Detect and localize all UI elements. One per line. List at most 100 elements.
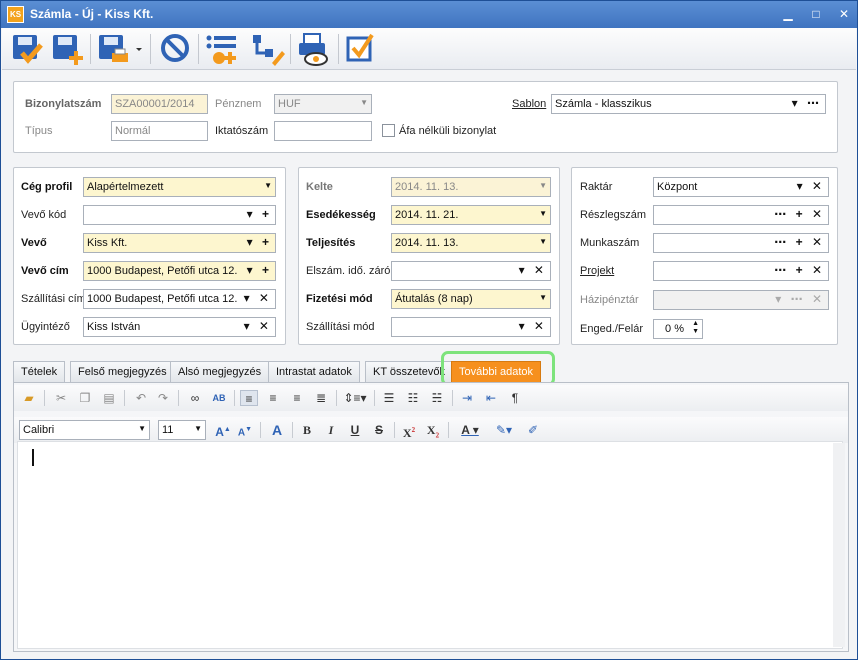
iktatoszam-input[interactable]: [274, 121, 372, 141]
hazipenztar-select: ▾ ⋯ ✕: [653, 290, 829, 310]
save-check-icon[interactable]: [10, 31, 46, 67]
afa-nelkuli-label: Áfa nélküli bizonylat: [399, 125, 497, 137]
szallitasi-mod-select[interactable]: ▾ ✕: [391, 317, 551, 337]
elszam-label: Elszám. idő. záró: [306, 265, 391, 277]
main-toolbar: [2, 28, 856, 70]
elszam-date[interactable]: ▾ ✕: [391, 261, 551, 281]
superscript-icon[interactable]: X2: [400, 422, 418, 440]
kelte-label: Kelte: [306, 181, 333, 193]
raktar-select[interactable]: Központ ▾ ✕: [653, 177, 829, 197]
tab-also-megjegyzes[interactable]: Alsó megjegyzés: [170, 361, 270, 382]
paragraph-icon[interactable]: ¶: [506, 390, 524, 406]
teljesites-date[interactable]: 2014. 11. 13. ▼: [391, 233, 551, 253]
vevo-cim-label: Vevő cím: [21, 265, 69, 277]
italic-icon[interactable]: I: [322, 422, 340, 438]
highlight-icon[interactable]: ✎▾: [490, 422, 518, 438]
penznem-label: Pénznem: [215, 98, 262, 110]
projekt-select[interactable]: ⋯ + ✕: [653, 261, 829, 281]
toolbar-divider: [90, 34, 91, 64]
munkaszam-select[interactable]: ⋯ + ✕: [653, 233, 829, 253]
enged-label: Enged./Felár: [580, 323, 643, 335]
indent-icon[interactable]: ⇥: [458, 390, 476, 406]
copy-icon[interactable]: ❐: [76, 390, 94, 406]
vevo-cim-select[interactable]: 1000 Budapest, Petőfi utca 12. ▾ +: [83, 261, 276, 281]
kelte-date: 2014. 11. 13. ▼: [391, 177, 551, 197]
vevo-label: Vevő: [21, 237, 47, 249]
save-print-icon[interactable]: [96, 31, 142, 67]
replace-icon[interactable]: AB: [210, 390, 228, 406]
font-size-select[interactable]: 11 ▼: [158, 420, 206, 440]
invoice-window: KS Számla - Új - Kiss Kft. ▁ □ ✕ Bizonyl…: [0, 0, 858, 660]
rich-text-editor: ▰ ✂ ❐ ▤ ↶ ↷ ∞ AB ≡ ≡ ≡ ≣ ⇕≡▾ ☰ ☷ ☵ ⇥ ⇤ ¶: [13, 382, 849, 652]
fizetesi-mod-select[interactable]: Átutalás (8 nap) ▼: [391, 289, 551, 309]
bold-icon[interactable]: B: [298, 422, 316, 438]
penznem-select: HUF ▼: [274, 94, 372, 114]
close-button[interactable]: ✕: [835, 6, 853, 22]
header-panel: Bizonylatszám SZA00001/2014 Pénznem HUF ▼…: [13, 81, 838, 153]
text-color-icon[interactable]: A ▾: [456, 422, 484, 438]
print-preview-icon[interactable]: [296, 31, 332, 67]
bizonylatszam-label: Bizonylatszám: [25, 98, 102, 110]
redo-icon[interactable]: ↷: [154, 390, 172, 406]
underline-icon[interactable]: U: [346, 422, 364, 438]
align-center-icon[interactable]: ≡: [264, 390, 282, 406]
sablon-label: Sablon: [512, 98, 547, 110]
subscript-icon[interactable]: X2: [424, 422, 442, 439]
line-spacing-icon[interactable]: ⇕≡▾: [342, 390, 368, 406]
grow-font-icon[interactable]: A▲: [214, 422, 232, 439]
title-bar: KS Számla - Új - Kiss Kft. ▁ □ ✕: [1, 1, 857, 28]
cut-icon[interactable]: ✂: [52, 390, 70, 406]
dates-panel: Kelte 2014. 11. 13. ▼ Esedékesség 2014. 1…: [298, 167, 560, 345]
maximize-button[interactable]: □: [807, 6, 825, 22]
ceg-profil-select[interactable]: Alapértelmezett ▼: [83, 177, 276, 197]
tab-felso-megjegyzes[interactable]: Felső megjegyzés: [70, 361, 175, 382]
save-new-icon[interactable]: [50, 31, 86, 67]
cancel-icon[interactable]: [158, 31, 194, 67]
clear-format-icon[interactable]: ✐: [524, 422, 542, 438]
ugyintezo-select[interactable]: Kiss István ▾ ✕: [83, 317, 276, 337]
checkbox-icon[interactable]: [344, 31, 380, 67]
font-family-select[interactable]: Calibri ▼: [19, 420, 150, 440]
open-folder-icon[interactable]: ▰: [20, 390, 38, 406]
sablon-select[interactable]: Számla - klasszikus ▾ ⋯: [551, 94, 826, 114]
tab-tetelek[interactable]: Tételek: [13, 361, 66, 382]
vevo-kod-select[interactable]: ▾ +: [83, 205, 276, 225]
bizonylatszam-field: SZA00001/2014: [111, 94, 208, 114]
szallitasi-cim-select[interactable]: 1000 Budapest, Petőfi utca 12. ▾ ✕: [83, 289, 276, 309]
customer-panel: Cég profil Alapértelmezett ▼ Vevő kód ▾ +…: [13, 167, 286, 345]
font-color-a-icon[interactable]: A: [268, 422, 286, 438]
fizetesi-mod-label: Fizetési mód: [306, 293, 373, 305]
editor-text-area[interactable]: [17, 441, 843, 649]
reszlegszam-label: Részlegszám: [580, 209, 647, 221]
strikethrough-icon[interactable]: S: [370, 422, 388, 438]
justify-icon[interactable]: ≣: [312, 390, 330, 406]
afa-nelkuli-checkbox[interactable]: [382, 124, 395, 137]
align-left-icon[interactable]: ≡: [240, 390, 258, 406]
multilevel-list-icon[interactable]: ☵: [428, 390, 446, 406]
munkaszam-label: Munkaszám: [580, 237, 640, 249]
tab-intrastat[interactable]: Intrastat adatok: [268, 361, 360, 382]
enged-spinner[interactable]: 0 % ▲ ▼: [653, 319, 703, 339]
add-items-icon[interactable]: [204, 31, 240, 67]
editor-toolbar-2: Calibri ▼ 11 ▼ A▲ A▼ A B I U S X2 X2 A ▾ ✎…: [14, 417, 848, 443]
bullet-list-icon[interactable]: ☰: [380, 390, 398, 406]
esedekesseg-date[interactable]: 2014. 11. 21. ▼: [391, 205, 551, 225]
szallitasi-mod-label: Szállítási mód: [306, 321, 375, 333]
vevo-select[interactable]: Kiss Kft. ▾ +: [83, 233, 276, 253]
editor-toolbar-1: ▰ ✂ ❐ ▤ ↶ ↷ ∞ AB ≡ ≡ ≡ ≣ ⇕≡▾ ☰ ☷ ☵ ⇥ ⇤ ¶: [14, 385, 848, 411]
numbered-list-icon[interactable]: ☷: [404, 390, 422, 406]
reszlegszam-select[interactable]: ⋯ + ✕: [653, 205, 829, 225]
hierarchy-edit-icon[interactable]: [250, 31, 286, 67]
minimize-button[interactable]: ▁: [779, 6, 797, 22]
shrink-font-icon[interactable]: A▼: [236, 422, 254, 438]
outdent-icon[interactable]: ⇤: [482, 390, 500, 406]
esedekesseg-label: Esedékesség: [306, 209, 376, 221]
undo-icon[interactable]: ↶: [132, 390, 150, 406]
paste-icon[interactable]: ▤: [100, 390, 118, 406]
vertical-scrollbar[interactable]: [833, 443, 845, 647]
align-right-icon[interactable]: ≡: [288, 390, 306, 406]
teljesites-label: Teljesítés: [306, 237, 356, 249]
tab-kt-osszetevok[interactable]: KT összetevők: [365, 361, 453, 382]
warehouse-panel: Raktár Központ ▾ ✕ Részlegszám ⋯ + ✕ Munk…: [571, 167, 838, 345]
find-icon[interactable]: ∞: [186, 390, 204, 406]
